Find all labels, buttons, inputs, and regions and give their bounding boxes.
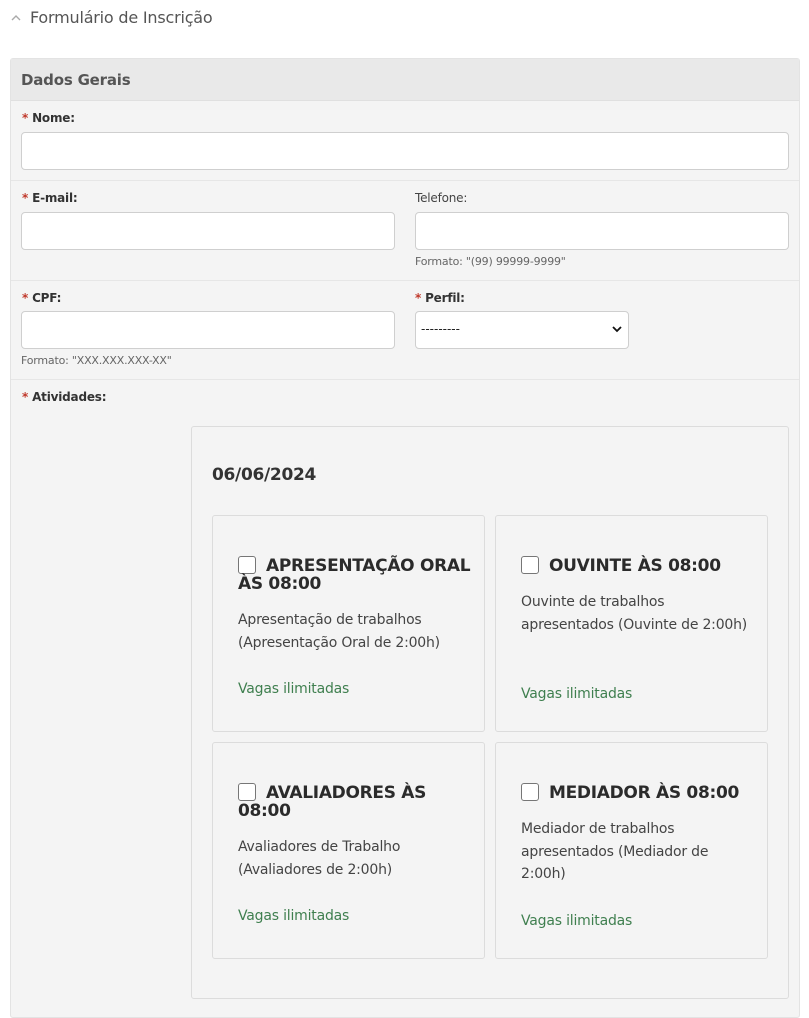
email-label: * E-mail: [22,191,78,205]
activity-description: Avaliadores de Trabalho (Avaliadores de … [238,839,401,878]
atividades-label: * Atividades: [22,390,107,404]
activity-card[interactable]: AVALIADORES ÀS 08:00 Avaliadores de Trab… [212,742,485,959]
activity-date: 06/06/2024 [212,465,317,485]
activity-vagas: Vagas ilimitadas [521,913,633,929]
activity-card[interactable]: APRESENTAÇÃO ORAL ÀS 08:00 Apresentação … [212,515,485,732]
required-marker: * [22,111,29,125]
divider [11,280,799,281]
activity-title: OUVINTE ÀS 08:00 [549,556,721,576]
activity-card[interactable]: MEDIADOR ÀS 08:00 Mediador de trabalhos … [495,742,768,959]
perfil-label-text: Perfil: [425,291,465,305]
perfil-selected-value: --------- [421,322,460,336]
email-label-text: E-mail: [32,191,78,205]
activity-title: APRESENTAÇÃO ORAL ÀS 08:00 [238,556,471,594]
cpf-label: * CPF: [22,291,61,305]
nome-input[interactable] [21,132,789,170]
required-marker: * [415,291,422,305]
atividades-label-text: Atividades: [32,390,107,404]
required-marker: * [22,291,29,305]
telefone-label: Telefone: [415,191,468,205]
activity-title: MEDIADOR ÀS 08:00 [549,783,740,803]
activity-title: AVALIADORES ÀS 08:00 [238,783,427,821]
divider [11,180,799,181]
chevron-down-icon [612,326,622,333]
telefone-input[interactable] [415,212,789,250]
required-marker: * [22,390,29,404]
perfil-select[interactable]: --------- [415,311,629,349]
panel-header: Dados Gerais [11,59,799,101]
perfil-label: * Perfil: [415,291,465,305]
required-marker: * [22,191,29,205]
nome-label: * Nome: [22,111,75,125]
activities-container: 06/06/2024 APRESENTAÇÃO ORAL ÀS 08:00 Ap… [191,426,789,999]
dados-gerais-panel: Dados Gerais * Nome: * E-mail: Telefone: F… [10,58,800,1018]
activity-vagas: Vagas ilimitadas [238,908,350,924]
activity-vagas: Vagas ilimitadas [238,681,350,697]
form-title: Formulário de Inscrição [30,8,213,27]
chevron-up-icon[interactable] [10,13,22,23]
activity-description: Apresentação de trabalhos (Apresentação … [238,612,440,651]
panel-title: Dados Gerais [21,71,131,89]
activity-description: Ouvinte de trabalhos apresentados (Ouvin… [521,594,748,633]
cpf-label-text: CPF: [32,291,62,305]
telefone-help: Formato: "(99) 99999-9999" [415,255,566,268]
cpf-input[interactable] [21,311,395,349]
divider [11,379,799,380]
activity-vagas: Vagas ilimitadas [521,686,633,702]
nome-label-text: Nome: [32,111,75,125]
form-header[interactable]: Formulário de Inscrição [0,0,809,40]
activity-card[interactable]: OUVINTE ÀS 08:00 Ouvinte de trabalhos ap… [495,515,768,732]
cpf-help: Formato: "XXX.XXX.XXX-XX" [21,354,172,367]
email-input[interactable] [21,212,395,250]
activity-description: Mediador de trabalhos apresentados (Medi… [521,821,709,882]
